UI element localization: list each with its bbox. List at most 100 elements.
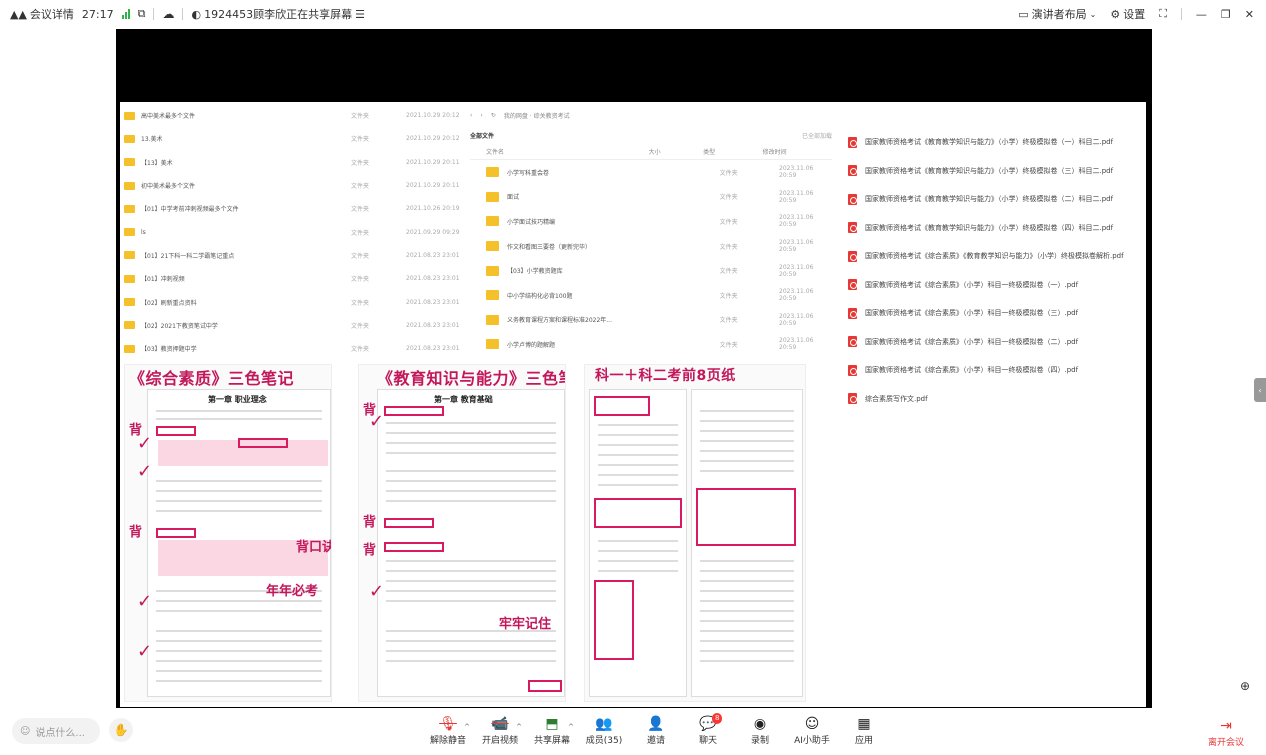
pdf-row[interactable]: 国家教师资格考试《综合素质》（小学）科目一终极模拟卷（四）.pdf: [848, 356, 1144, 385]
column-header[interactable]: 文件名: [470, 147, 649, 156]
pdf-row[interactable]: 国家教师资格考试《综合素质》（小学）科目一终极模拟卷（二）.pdf: [848, 328, 1144, 357]
layout-dropdown[interactable]: ▭ 演讲者布局 ⌄: [1018, 6, 1096, 22]
chevron-up-icon[interactable]: ^: [568, 723, 574, 731]
pdf-row[interactable]: 国家教师资格考试《教育教学知识与能力》（小学）终极模拟卷（二）科目二.pdf: [848, 185, 1144, 214]
netdisk-row[interactable]: 小学面试技巧精编 文件夹 2023.11.06 20:59: [470, 209, 832, 234]
notes-image-review: 科一＋科二考前8页纸: [584, 364, 806, 702]
settings-button[interactable]: ⚙ 设置: [1110, 6, 1145, 22]
netdisk-row[interactable]: 中小学结构化必背100题 文件夹 2023.11.06 20:59: [470, 283, 832, 308]
file-row[interactable]: 【01】21下科一科二学霸笔记重点 文件夹 2021.08.23 23:01: [124, 244, 464, 267]
external-window-icon[interactable]: ⧉: [138, 7, 146, 21]
file-type: 文件夹: [351, 183, 370, 191]
pdf-row[interactable]: 综合素质写作文.pdf: [848, 385, 1144, 414]
folder-icon: [124, 344, 135, 353]
handwritten-note: 背口诀: [296, 540, 332, 555]
pdf-row[interactable]: 国家教师资格考试《综合素质》（小学）科目一终极模拟卷（三）.pdf: [848, 299, 1144, 328]
file-row[interactable]: 【02】刷新重点资料 文件夹 2021.08.23 23:01: [124, 290, 464, 313]
netdisk-row[interactable]: 面试 文件夹 2023.11.06 20:59: [470, 185, 832, 210]
file-name: 【03】教资押题中学: [141, 346, 197, 354]
folder-icon: [486, 167, 499, 178]
sharing-indicator[interactable]: ◐ 1924453顾李欣正在共享屏幕 ☰: [191, 6, 364, 22]
ai-assistant-button[interactable]: ☺ AI小助手: [786, 715, 838, 746]
notes-page: 第一章 职业理念 背口诀 年年必考: [147, 389, 331, 697]
column-header[interactable]: 大小: [649, 147, 704, 156]
file-date: 2023.11.06 20:59: [779, 165, 814, 180]
pdf-row[interactable]: 国家教师资格考试《综合素质》（小学）科目一终极模拟卷（一）.pdf: [848, 271, 1144, 300]
video-off-button[interactable]: 📹 ^ 开启视频: [474, 715, 526, 746]
folder-icon: [486, 314, 499, 325]
file-row[interactable]: 高中美术最多个文件 文件夹 2021.10.29 20:12: [124, 104, 464, 127]
leave-meeting-button[interactable]: ⇥ 离开会议: [1208, 717, 1244, 748]
pdf-row[interactable]: 国家教师资格考试《教育教学知识与能力》（小学）终极模拟卷（一）科目二.pdf: [848, 128, 1144, 157]
netdisk-row[interactable]: 【03】小学教资题库 文件夹 2023.11.06 20:59: [470, 258, 832, 283]
invite-button[interactable]: 👤 邀请: [630, 715, 682, 746]
folder-icon: [486, 191, 499, 202]
file-row[interactable]: 【01】冲刺视频 文件夹 2021.08.23 23:01: [124, 267, 464, 290]
chevron-up-icon[interactable]: ^: [464, 723, 470, 731]
raise-hand-button[interactable]: ✋: [109, 718, 133, 742]
apps-icon: ▦: [857, 716, 871, 732]
record-button[interactable]: ◉ 录制: [734, 715, 786, 746]
handwritten-mark: 背: [363, 543, 377, 558]
notes-image-comprehensive: 《综合素质》三色笔记 第一章 职业理念 背口诀 年年必考 背 背 ✓ ✓ ✓ ✓: [124, 364, 332, 702]
file-row[interactable]: ls 文件夹 2021.09.29 09:29: [124, 220, 464, 243]
check-mark: ✓: [137, 461, 153, 482]
gear-icon: ⚙: [1110, 7, 1121, 21]
forward-icon[interactable]: ›: [480, 112, 482, 119]
file-date: 2023.11.06 20:59: [779, 239, 814, 254]
handwritten-mark: 背: [363, 515, 377, 530]
file-name: 【01】21下科一科二学霸笔记重点: [141, 252, 235, 260]
file-row[interactable]: 初中美术最多个文件 文件夹 2021.10.29 20:11: [124, 174, 464, 197]
file-row[interactable]: 【02】2021下教资笔试中学 文件夹 2021.08.23 23:01: [124, 314, 464, 337]
close-icon[interactable]: ✕: [1245, 8, 1254, 21]
signal-strength-icon[interactable]: [121, 9, 130, 19]
file-type: 文件夹: [351, 346, 370, 354]
cloud-icon[interactable]: ☁: [162, 7, 174, 21]
refresh-icon[interactable]: ↻: [491, 112, 496, 119]
tool-label: 成员(35): [585, 736, 623, 746]
file-date: 2023.11.06 20:59: [779, 312, 814, 327]
pdf-icon: [848, 364, 857, 376]
file-name: 面试: [507, 194, 520, 202]
file-date: 2021.08.23 23:01: [406, 298, 460, 306]
netdisk-row[interactable]: 小学写科重会卷 文件夹 2023.11.06 20:59: [470, 160, 832, 185]
pdf-row[interactable]: 国家教师资格考试《教育教学知识与能力》（小学）终极模拟卷（三）科目二.pdf: [848, 157, 1144, 186]
netdisk-row[interactable]: 义务教育课程方案和课程标准2022年... 文件夹 2023.11.06 20:59: [470, 308, 832, 333]
file-type: 文件夹: [719, 169, 738, 177]
invite-icon: 👤: [647, 716, 665, 732]
pdf-file-list: 国家教师资格考试《教育教学知识与能力》（小学）终极模拟卷（一）科目二.pdf 国家…: [848, 128, 1144, 413]
apps-button[interactable]: ▦ 应用: [838, 715, 890, 746]
chat-input[interactable]: ☺ 说点什么...: [12, 718, 100, 744]
side-panel-toggle[interactable]: ‹: [1254, 378, 1266, 402]
emoji-icon[interactable]: ☺: [20, 726, 30, 737]
netdisk-row[interactable]: 作文和看图三要卷（更新完毕） 文件夹 2023.11.06 20:59: [470, 234, 832, 259]
share-screen-button[interactable]: ⬒ ^ 共享屏幕: [526, 715, 578, 746]
minimize-icon[interactable]: —: [1196, 8, 1207, 21]
pdf-name: 国家教师资格考试《教育教学知识与能力》（小学）终极模拟卷（四）科目二.pdf: [865, 223, 1114, 232]
file-type: 文件夹: [351, 159, 370, 167]
file-list-left: 高中美术最多个文件 文件夹 2021.10.29 20:12 13.美术 文件夹 2021…: [124, 104, 464, 360]
file-row[interactable]: 【13】美术 文件夹 2021.10.29 20:11: [124, 151, 464, 174]
members-button[interactable]: 👥 成员(35): [578, 715, 630, 746]
chevron-up-icon[interactable]: ^: [516, 723, 522, 731]
column-header[interactable]: 修改时间: [763, 147, 832, 156]
divider: [1180, 8, 1182, 20]
pdf-row[interactable]: 国家教师资格考试《教育教学知识与能力》（小学）终极模拟卷（四）科目二.pdf: [848, 214, 1144, 243]
restore-icon[interactable]: ❐: [1221, 8, 1231, 21]
netdisk-row[interactable]: 小学卢博的题解题 文件夹 2023.11.06 20:59: [470, 332, 832, 357]
file-row[interactable]: 【03】教资押题中学 文件夹 2021.08.23 23:01: [124, 337, 464, 360]
folder-icon: [486, 290, 499, 301]
folder-icon: [486, 216, 499, 227]
chat-button[interactable]: 💬 8 聊天: [682, 713, 734, 746]
mic-off-button[interactable]: 🎙 ^ 解除静音: [422, 715, 474, 746]
pdf-icon: [848, 393, 857, 405]
file-row[interactable]: 13.美术 文件夹 2021.10.29 20:12: [124, 127, 464, 150]
back-icon[interactable]: ‹: [470, 112, 472, 119]
file-row[interactable]: 【01】中学考前冲刺视频最多个文件 文件夹 2021.10.26 20:19: [124, 197, 464, 220]
column-header[interactable]: 类型: [703, 147, 762, 156]
handwritten-mark: 背: [129, 525, 143, 540]
zoom-icon[interactable]: ⊕: [1236, 679, 1254, 697]
pdf-row[interactable]: 国家教师资格考试《综合素质》《教育教学知识与能力》（小学）终极模拟卷解析.pdf: [848, 242, 1144, 271]
fullscreen-icon[interactable]: ⛶: [1159, 7, 1167, 21]
meeting-details-button[interactable]: ▲▲ 会议详情: [10, 6, 74, 22]
